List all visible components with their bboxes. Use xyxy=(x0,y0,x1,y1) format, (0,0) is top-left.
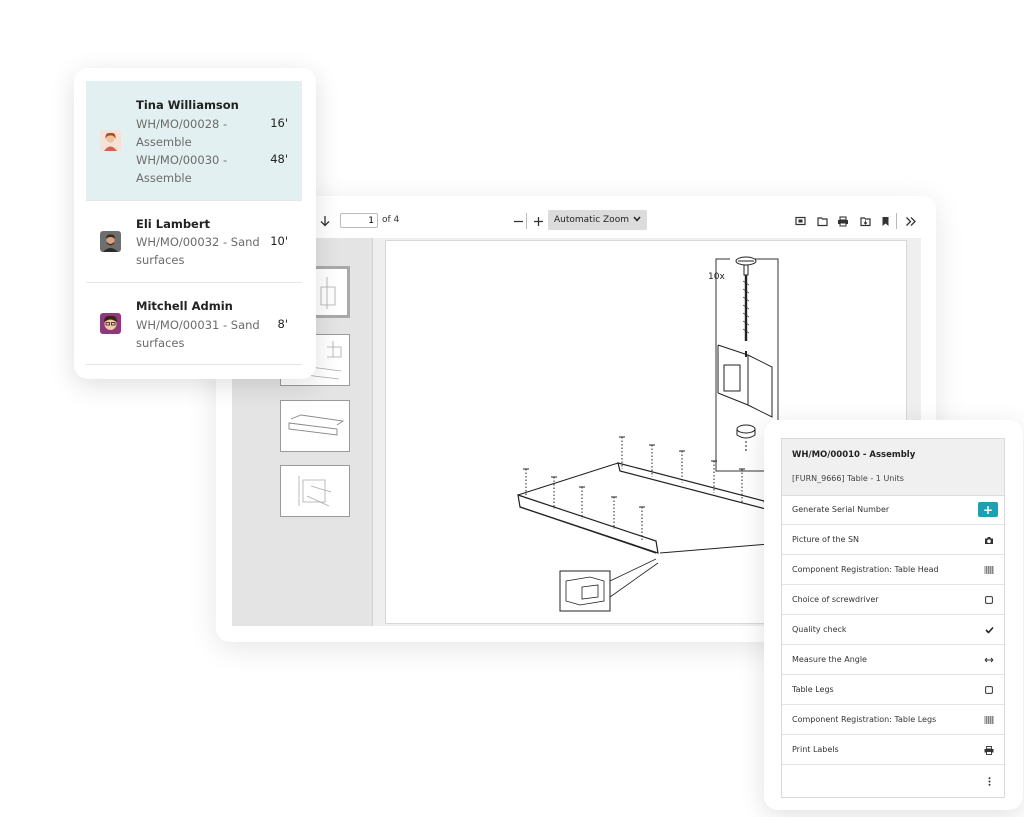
toolbar-divider xyxy=(896,213,897,229)
more-options-icon[interactable] xyxy=(982,774,996,788)
employee-row-eli-lambert[interactable]: Eli Lambert WH/MO/00032 - Sand surfaces … xyxy=(86,201,302,283)
zoom-out-icon[interactable] xyxy=(509,212,527,230)
step-print-labels[interactable]: Print Labels xyxy=(782,735,1004,765)
step-picture-of-sn[interactable]: Picture of the SN xyxy=(782,525,1004,555)
job-operation: Assemble xyxy=(136,135,192,149)
step-label: Table Legs xyxy=(792,685,834,694)
employee-list-card: Tina Williamson WH/MO/00028 - Assemble 1… xyxy=(74,68,316,379)
job-duration: 8' xyxy=(277,317,288,331)
avatar xyxy=(100,130,121,151)
work-order-header: WH/MO/00010 - Assembly [FURN_9666] Table… xyxy=(782,439,1004,496)
zoom-select[interactable]: Automatic Zoom xyxy=(548,210,647,230)
job-reference: WH/MO/00031 - Sand xyxy=(136,318,260,332)
step-label: Generate Serial Number xyxy=(792,505,890,514)
bookmark-icon[interactable] xyxy=(876,212,894,230)
checkbox-icon[interactable] xyxy=(982,593,996,607)
barcode-icon[interactable] xyxy=(982,563,996,577)
toolbar-divider xyxy=(526,213,527,229)
step-label: Print Labels xyxy=(792,745,839,754)
employee-name: Tina Williamson xyxy=(136,98,239,112)
print-icon[interactable] xyxy=(982,743,996,757)
employee-row-tina-williamson[interactable]: Tina Williamson WH/MO/00028 - Assemble 1… xyxy=(86,81,302,201)
download-icon[interactable] xyxy=(856,212,874,230)
zoom-in-icon[interactable] xyxy=(529,212,547,230)
check-icon[interactable] xyxy=(982,623,996,637)
step-component-registration-table-head[interactable]: Component Registration: Table Head xyxy=(782,555,1004,585)
callout-quantity: 10x xyxy=(708,272,725,282)
work-order-product: [FURN_9666] Table - 1 Units xyxy=(792,474,904,483)
job-operation: surfaces xyxy=(136,253,185,267)
open-file-icon[interactable] xyxy=(813,212,831,230)
more-tools-icon[interactable] xyxy=(902,212,920,230)
page-thumbnail-3[interactable] xyxy=(280,400,350,452)
job-duration: 16' xyxy=(270,116,288,130)
camera-icon[interactable] xyxy=(982,533,996,547)
print-icon[interactable] xyxy=(834,212,852,230)
step-label: Component Registration: Table Head xyxy=(792,565,939,574)
arrow-down-icon[interactable] xyxy=(316,212,334,230)
checkbox-icon[interactable] xyxy=(982,683,996,697)
barcode-icon[interactable] xyxy=(982,713,996,727)
chevron-down-icon xyxy=(633,215,641,224)
job-duration: 48' xyxy=(270,152,288,166)
step-table-legs[interactable]: Table Legs xyxy=(782,675,1004,705)
job-operation: Assemble xyxy=(136,171,192,185)
step-measure-the-angle[interactable]: Measure the Angle xyxy=(782,645,1004,675)
page-count-label: of 4 xyxy=(382,215,400,225)
employee-name: Mitchell Admin xyxy=(136,299,233,313)
step-generate-serial-number[interactable]: Generate Serial Number + xyxy=(782,495,1004,525)
job-reference: WH/MO/00028 - xyxy=(136,117,228,131)
step-label: Measure the Angle xyxy=(792,655,867,664)
avatar xyxy=(100,231,121,252)
job-item[interactable]: WH/MO/00030 - Assemble xyxy=(136,151,236,187)
page-number-input[interactable] xyxy=(340,213,378,228)
work-order-panel: WH/MO/00010 - Assembly [FURN_9666] Table… xyxy=(781,438,1005,798)
job-item[interactable]: WH/MO/00028 - Assemble xyxy=(136,115,236,151)
job-operation: surfaces xyxy=(136,336,185,350)
step-label: Component Registration: Table Legs xyxy=(792,715,937,724)
employee-name: Eli Lambert xyxy=(136,217,211,231)
job-reference: WH/MO/00032 - Sand xyxy=(136,235,260,249)
step-label: Choice of screwdriver xyxy=(792,595,879,604)
step-choice-of-screwdriver[interactable]: Choice of screwdriver xyxy=(782,585,1004,615)
job-duration: 10' xyxy=(270,234,288,248)
job-item[interactable]: WH/MO/00031 - Sand surfaces xyxy=(136,316,264,352)
step-quality-check[interactable]: Quality check xyxy=(782,615,1004,645)
employee-row-mitchell-admin[interactable]: Mitchell Admin WH/MO/00031 - Sand surfac… xyxy=(86,283,302,365)
work-order-title: WH/MO/00010 - Assembly xyxy=(792,450,916,460)
job-item[interactable]: WH/MO/00032 - Sand surfaces xyxy=(136,233,264,269)
zoom-value: Automatic Zoom xyxy=(554,215,629,225)
page-thumbnail-4[interactable] xyxy=(280,465,350,517)
step-label: Picture of the SN xyxy=(792,535,860,544)
step-actions-row xyxy=(782,765,1004,798)
job-reference: WH/MO/00030 - xyxy=(136,153,228,167)
step-component-registration-table-legs[interactable]: Component Registration: Table Legs xyxy=(782,705,1004,735)
plus-icon[interactable]: + xyxy=(978,502,998,517)
step-label: Quality check xyxy=(792,625,847,634)
presentation-icon[interactable] xyxy=(791,212,809,230)
work-order-card: WH/MO/00010 - Assembly [FURN_9666] Table… xyxy=(764,420,1023,810)
avatar xyxy=(100,313,121,334)
measure-icon[interactable] xyxy=(982,653,996,667)
